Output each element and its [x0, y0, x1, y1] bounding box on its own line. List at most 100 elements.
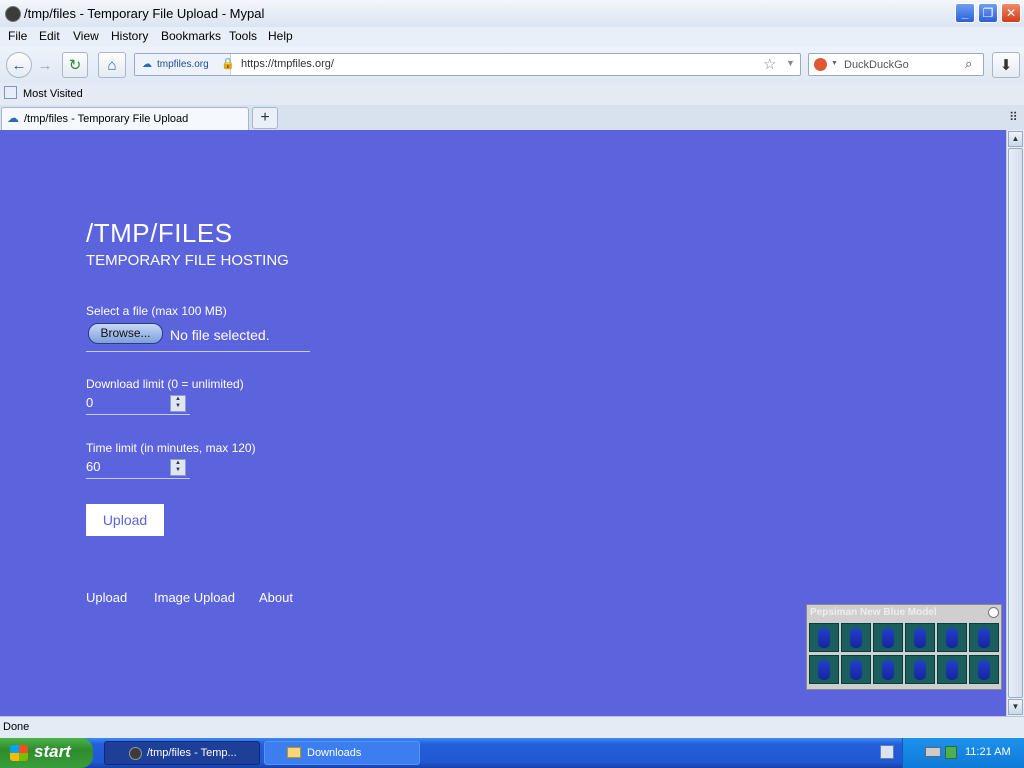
scroll-down-icon[interactable]: ▼ — [1008, 699, 1023, 715]
menu-help[interactable]: Help — [268, 29, 293, 43]
downloads-button[interactable]: ⬇ — [992, 52, 1020, 78]
status-bar: Done — [0, 716, 1024, 739]
scroll-up-icon[interactable]: ▲ — [1008, 131, 1023, 147]
widget-sprite[interactable] — [841, 623, 871, 652]
widget-sprite[interactable] — [905, 655, 935, 684]
start-label: start — [34, 742, 71, 761]
download-limit-underline — [86, 414, 190, 415]
spin-down-icon[interactable]: ▼ — [171, 403, 185, 410]
cloud-icon: ☁ — [142, 59, 152, 70]
bookmark-most-visited[interactable]: Most Visited — [23, 88, 83, 100]
network-icon[interactable] — [925, 747, 941, 757]
app-icon — [129, 747, 142, 760]
url-dropdown-icon[interactable]: ▼ — [786, 58, 795, 68]
download-limit-label: Download limit (0 = unlimited) — [86, 377, 244, 391]
time-limit-input[interactable]: 60 ▲ ▼ — [86, 457, 190, 477]
close-button[interactable]: ✕ — [1001, 3, 1021, 23]
security-icon[interactable] — [945, 746, 957, 759]
widget-sprite[interactable] — [937, 655, 967, 684]
start-button[interactable]: start — [0, 738, 93, 768]
duckduckgo-icon[interactable] — [814, 58, 827, 71]
menu-history[interactable]: History — [111, 29, 148, 43]
clock[interactable]: 11:21 AM — [965, 746, 1011, 758]
window-title-bar[interactable]: /tmp/files - Temporary File Upload - Myp… — [0, 0, 1024, 28]
pepsiman-widget[interactable]: Pepsiman New Blue Model — [806, 604, 1002, 690]
file-label: Select a file (max 100 MB) — [86, 304, 227, 318]
menu-file[interactable]: File — [8, 29, 27, 43]
time-limit-spinner[interactable]: ▲ ▼ — [170, 459, 186, 476]
site-identity[interactable]: ☁ tmpfiles.org — [135, 54, 231, 75]
bookmark-star-icon[interactable]: ☆ — [763, 55, 776, 73]
tab-strip: ☁ /tmp/files - Temporary File Upload + ⠿ — [0, 105, 1024, 131]
reload-button[interactable]: ↻ — [62, 52, 88, 78]
site-identity-label: tmpfiles.org — [157, 59, 209, 70]
menu-bookmarks[interactable]: Bookmarks — [161, 29, 221, 43]
restore-button[interactable]: ❐ — [978, 3, 998, 23]
taskbar-item-downloads[interactable]: Downloads — [264, 741, 420, 765]
system-tray: 11:21 AM — [902, 738, 1024, 768]
page-content: /TMP/FILES TEMPORARY FILE HOSTING Select… — [0, 130, 1006, 716]
lock-icon: 🔒 — [221, 58, 235, 70]
spin-down-icon[interactable]: ▼ — [171, 467, 185, 474]
forward-button[interactable]: → — [33, 52, 57, 78]
widget-sprite[interactable] — [873, 623, 903, 652]
menu-edit[interactable]: Edit — [39, 29, 60, 43]
widget-sprite[interactable] — [841, 655, 871, 684]
widget-sprite[interactable] — [809, 623, 839, 652]
spin-up-icon[interactable]: ▲ — [171, 460, 185, 467]
tab-list-icon[interactable]: ⠿ — [1009, 110, 1018, 124]
search-icon[interactable]: ⌕ — [965, 56, 972, 72]
spin-up-icon[interactable]: ▲ — [171, 396, 185, 403]
bookmarks-toolbar: Most Visited — [0, 83, 1024, 105]
footer-link-about[interactable]: About — [259, 590, 293, 605]
taskbar-item-label: /tmp/files - Temp... — [147, 747, 237, 759]
keyboard-icon[interactable] — [880, 745, 894, 759]
time-limit-underline — [86, 478, 190, 479]
widget-sprite[interactable] — [969, 655, 999, 684]
window-title: /tmp/files - Temporary File Upload - Myp… — [24, 6, 265, 21]
engine-dropdown-icon[interactable]: ▼ — [831, 60, 838, 67]
footer-link-upload[interactable]: Upload — [86, 590, 127, 605]
widget-sprite[interactable] — [873, 655, 903, 684]
tab-label: /tmp/files - Temporary File Upload — [24, 113, 189, 125]
browse-button[interactable]: Browse... — [88, 323, 163, 344]
vertical-scrollbar[interactable]: ▲ ▼ — [1006, 130, 1024, 716]
time-limit-value: 60 — [86, 459, 101, 474]
page-subtitle: TEMPORARY FILE HOSTING — [86, 252, 289, 269]
folder-icon — [287, 747, 301, 758]
url-bar[interactable]: ☁ tmpfiles.org 🔒 https://tmpfiles.org/ ☆… — [134, 53, 801, 76]
cloud-favicon-icon: ☁ — [7, 111, 19, 125]
home-button[interactable]: ⌂ — [98, 52, 126, 78]
new-tab-button[interactable]: + — [252, 107, 278, 129]
widget-title: Pepsiman New Blue Model — [810, 607, 937, 618]
widget-sprite[interactable] — [969, 623, 999, 652]
tab-tmpfiles[interactable]: ☁ /tmp/files - Temporary File Upload — [1, 107, 249, 131]
scrollbar-thumb[interactable] — [1008, 148, 1023, 698]
no-file-selected-text: No file selected. — [170, 327, 270, 343]
download-limit-spinner[interactable]: ▲ ▼ — [170, 395, 186, 412]
search-input[interactable]: DuckDuckGo — [844, 59, 909, 71]
search-bar[interactable]: ▼ DuckDuckGo ⌕ — [808, 53, 984, 76]
upload-button[interactable]: Upload — [86, 504, 164, 536]
menu-view[interactable]: View — [73, 29, 99, 43]
widget-sprite[interactable] — [905, 623, 935, 652]
bookmark-folder-icon — [4, 86, 17, 99]
taskbar: start /tmp/files - Temp... Downloads 11:… — [0, 738, 1024, 768]
widget-close-icon[interactable] — [988, 607, 999, 618]
time-limit-label: Time limit (in minutes, max 120) — [86, 441, 256, 455]
download-limit-input[interactable]: 0 ▲ ▼ — [86, 393, 190, 413]
taskbar-item-label: Downloads — [307, 747, 362, 759]
menu-bar: File Edit View History Bookmarks Tools H… — [0, 27, 1024, 47]
page-title: /TMP/FILES — [86, 218, 233, 248]
windows-logo-icon — [10, 745, 28, 761]
widget-sprite[interactable] — [937, 623, 967, 652]
footer-link-image-upload[interactable]: Image Upload — [154, 590, 235, 605]
menu-tools[interactable]: Tools — [229, 29, 257, 43]
url-text: https://tmpfiles.org/ — [241, 58, 334, 70]
minimize-button[interactable]: _ — [955, 3, 975, 23]
widget-sprite[interactable] — [809, 655, 839, 684]
taskbar-item-browser[interactable]: /tmp/files - Temp... — [104, 741, 260, 765]
app-icon — [5, 6, 21, 22]
file-input-underline — [86, 351, 310, 352]
back-button[interactable]: ← — [6, 52, 32, 78]
